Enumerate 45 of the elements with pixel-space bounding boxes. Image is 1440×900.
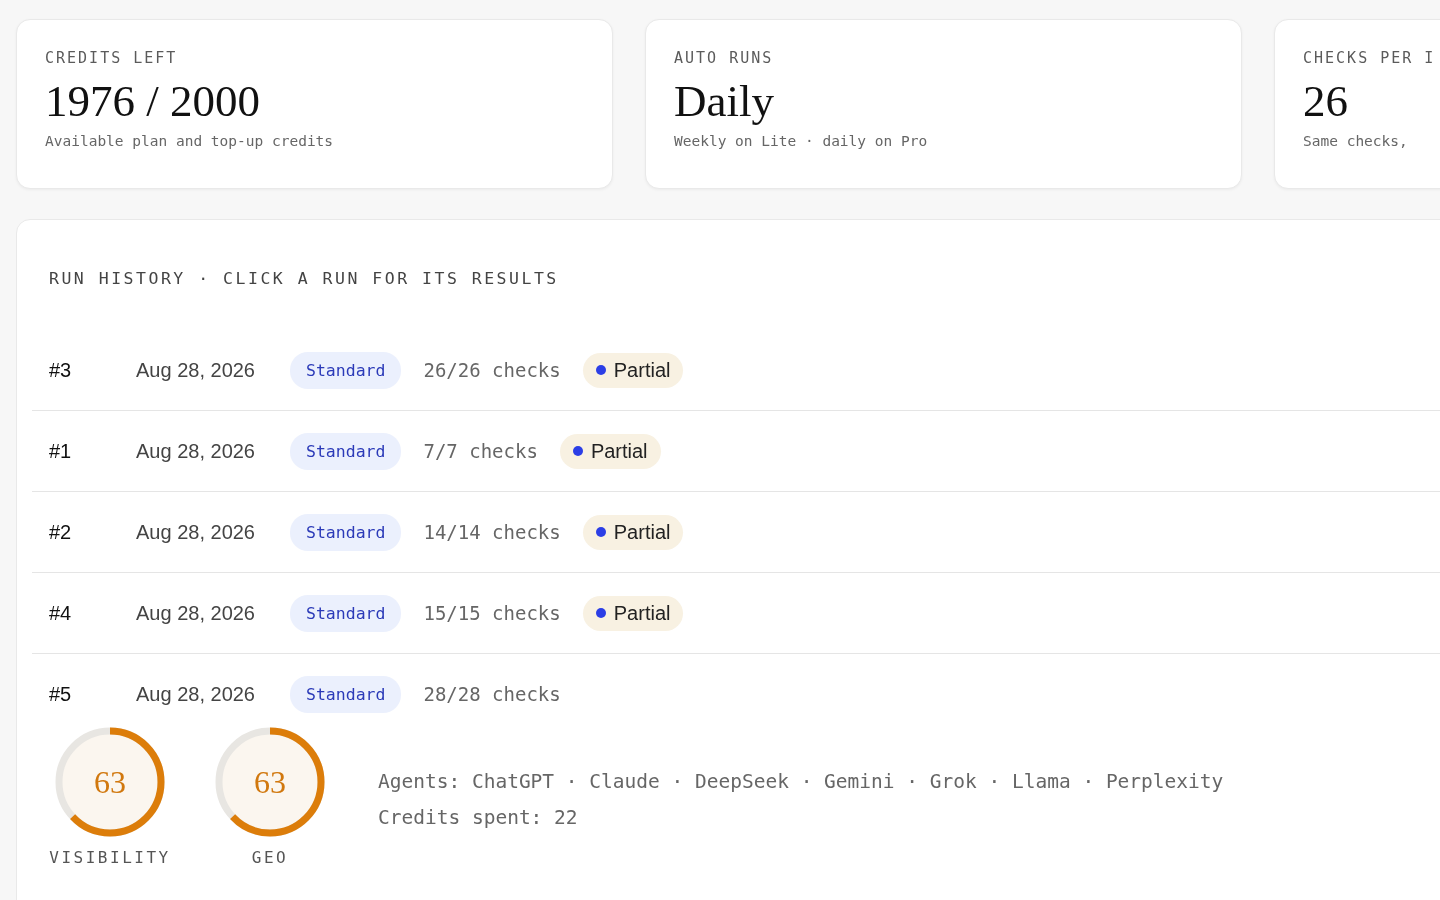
tier-badge: Standard: [290, 432, 402, 470]
run-number: #2: [49, 520, 73, 544]
run-number: #3: [49, 358, 73, 382]
card-value: Daily: [674, 75, 775, 127]
tier-badge: Standard: [290, 675, 402, 713]
card-value: 26: [1303, 75, 1349, 127]
tier-badge: Standard: [290, 594, 402, 632]
run-number: #5: [49, 682, 73, 706]
check-count: 7/7 checks: [423, 440, 538, 462]
check-count: 15/15 checks: [423, 602, 561, 624]
tier-badge: Standard: [290, 351, 402, 389]
status-label: Partial: [613, 358, 671, 382]
run-row[interactable]: #5 Aug 28, 2026 Standard 28/28 checks 63 VISIBILITY 63 GEO Agents: ChatGPT · Claude · DeepSeek · Gemini · Grok · Llama · Perplexity Credits spent: 22: [32, 654, 1440, 867]
card-note: Available plan and top-up credits: [45, 133, 335, 149]
card-note: Weekly on Lite · daily on Pro: [674, 133, 929, 149]
run-number: #4: [49, 601, 73, 625]
run-row[interactable]: #2 Aug 28, 2026 Standard 14/14 checks Partial: [32, 492, 1440, 573]
score-value: 63: [93, 763, 127, 801]
run-date: Aug 28, 2026: [136, 358, 256, 382]
status-label: Partial: [613, 601, 671, 625]
run-row[interactable]: #3 Aug 28, 2026 Standard 26/26 checks Partial: [32, 330, 1440, 411]
card-note: Same checks,: [1303, 133, 1409, 149]
tier-badge: Standard: [290, 513, 402, 551]
card-label: CHECKS PER I: [1303, 49, 1437, 69]
check-count: 28/28 checks: [423, 683, 561, 705]
card-label: AUTO RUNS: [674, 49, 775, 69]
card-label: CREDITS LEFT: [45, 49, 179, 69]
status-label: Partial: [590, 439, 648, 463]
run-row[interactable]: #1 Aug 28, 2026 Standard 7/7 checks Partial: [32, 411, 1440, 492]
section-title: RUN HISTORY · CLICK A RUN FOR ITS RESULTS: [49, 269, 559, 290]
run-date: Aug 28, 2026: [136, 601, 256, 625]
check-count: 26/26 checks: [423, 359, 561, 381]
run-row[interactable]: #4 Aug 28, 2026 Standard 15/15 checks Partial: [32, 573, 1440, 654]
run-date: Aug 28, 2026: [136, 520, 256, 544]
status-label: Partial: [613, 520, 671, 544]
run-number: #1: [49, 439, 73, 463]
run-date: Aug 28, 2026: [136, 439, 256, 463]
score-value: 63: [253, 763, 287, 801]
credits-spent: Credits spent: 22: [378, 805, 579, 831]
agents-list: Agents: ChatGPT · Claude · DeepSeek · Gemini · Grok · Llama · Perplexity: [378, 764, 1224, 800]
check-count: 14/14 checks: [423, 521, 561, 543]
run-date: Aug 28, 2026: [136, 682, 256, 706]
card-value: 1976 / 2000: [45, 75, 261, 127]
score-label: GEO: [251, 848, 289, 867]
score-label: VISIBILITY: [49, 848, 171, 867]
